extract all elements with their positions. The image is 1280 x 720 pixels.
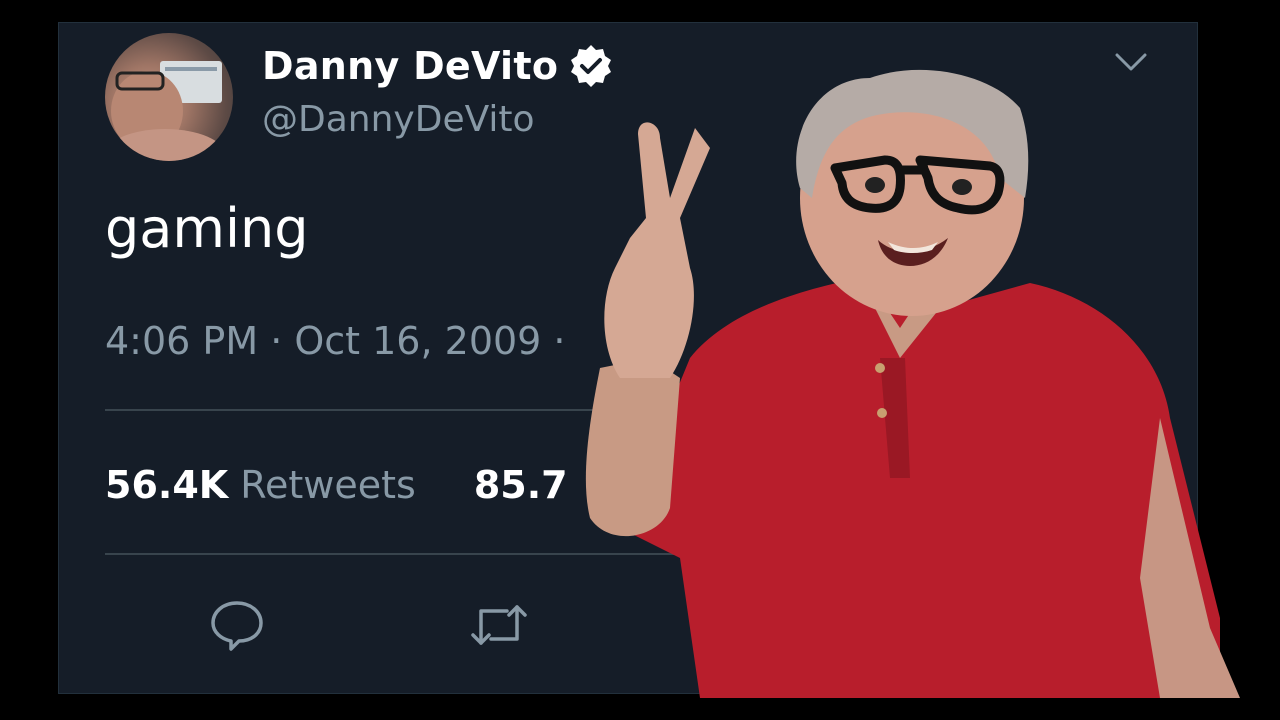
verified-badge-icon: [571, 45, 612, 87]
engagement-stats: 56.4K Retweets 85.7: [105, 463, 568, 507]
avatar[interactable]: [105, 33, 233, 161]
retweet-button[interactable]: [467, 595, 527, 655]
retweet-icon: [471, 605, 527, 645]
more-options-button[interactable]: [1111, 47, 1151, 77]
likes-count: 85.7: [473, 463, 568, 507]
retweets-stat[interactable]: 56.4K Retweets: [105, 463, 416, 507]
meme-image: Danny DeVito @DannyDeVito gaming 4:06 PM…: [0, 0, 1280, 720]
user-handle[interactable]: @DannyDeVito: [262, 99, 535, 140]
divider-bottom: [105, 553, 1165, 555]
avatar-image: [105, 61, 225, 161]
chevron-down-icon: [1115, 53, 1147, 71]
display-name-row: Danny DeVito: [262, 43, 614, 89]
retweets-count: 56.4K: [105, 463, 229, 507]
display-name[interactable]: Danny DeVito: [262, 44, 558, 88]
retweets-label: Retweets: [240, 463, 416, 507]
tweet-card: Danny DeVito @DannyDeVito gaming 4:06 PM…: [58, 22, 1198, 694]
tweet-actions: [207, 595, 527, 655]
reply-icon: [211, 601, 263, 651]
tweet-text: gaming: [105, 197, 309, 260]
divider-top: [105, 409, 1165, 411]
tweet-timestamp[interactable]: 4:06 PM · Oct 16, 2009 ·: [105, 319, 566, 363]
reply-button[interactable]: [207, 595, 267, 655]
likes-stat[interactable]: 85.7: [474, 463, 568, 507]
